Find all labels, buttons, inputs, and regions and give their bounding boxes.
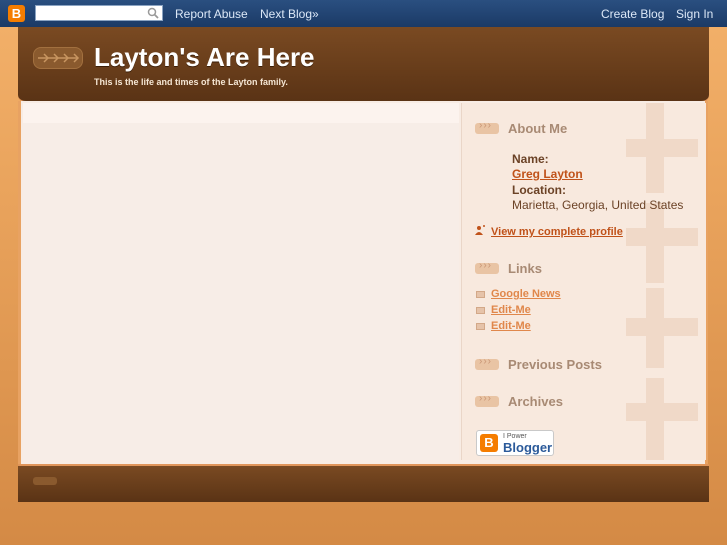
cross-decoration — [626, 228, 698, 246]
name-label: Name: — [512, 152, 549, 166]
list-bullet-icon — [476, 291, 485, 298]
blog-header: Layton's Are Here This is the life and t… — [18, 27, 709, 103]
list-bullet-icon — [476, 307, 485, 314]
arrow-decoration-icon — [33, 47, 83, 69]
report-abuse-link[interactable]: Report Abuse — [175, 7, 248, 21]
blogger-logo-icon: B — [480, 434, 498, 452]
cross-decoration — [626, 139, 698, 157]
location-label: Location: — [512, 183, 566, 197]
arrow-bullet-icon — [475, 120, 499, 134]
content-area: About Me Name: Greg Layton Location: Mar… — [18, 101, 708, 464]
badge-big-text: Blogger — [503, 440, 553, 455]
powered-by-blogger-badge[interactable]: B I Power Blogger — [476, 430, 554, 456]
cross-decoration — [626, 318, 698, 336]
link-edit-me[interactable]: Edit-Me — [491, 304, 531, 316]
arrow-bullet-icon — [475, 356, 499, 370]
profile-name-link[interactable]: Greg Layton — [512, 167, 583, 181]
main-column-top-strip — [23, 103, 459, 123]
list-bullet-icon — [476, 323, 485, 330]
view-profile-link[interactable]: View my complete profile — [491, 226, 623, 238]
about-me-heading: About Me — [508, 121, 568, 136]
location-value: Marietta, Georgia, United States — [512, 198, 684, 212]
create-blog-link[interactable]: Create Blog — [601, 7, 664, 21]
arrow-bullet-icon — [475, 260, 499, 274]
link-edit-me[interactable]: Edit-Me — [491, 320, 531, 332]
cross-decoration — [626, 403, 698, 421]
blog-title[interactable]: Layton's Are Here — [94, 42, 315, 73]
links-heading: Links — [508, 261, 542, 276]
profile-icon — [475, 225, 485, 235]
blog-description: This is the life and times of the Layton… — [94, 77, 288, 87]
blog-footer — [18, 464, 709, 502]
main-column — [23, 103, 459, 460]
previous-posts-heading: Previous Posts — [508, 357, 602, 372]
search-icon[interactable] — [147, 7, 159, 19]
badge-small-text: I Power — [503, 433, 527, 440]
arrow-bullet-icon — [475, 393, 499, 407]
blogger-logo-icon[interactable]: B — [8, 5, 25, 22]
sign-in-link[interactable]: Sign In — [676, 7, 713, 21]
arrow-decoration-icon — [33, 477, 57, 485]
blogger-navbar: B Report Abuse Next Blog» Create Blog Si… — [0, 0, 727, 27]
next-blog-link[interactable]: Next Blog» — [260, 7, 319, 21]
link-google-news[interactable]: Google News — [491, 288, 561, 300]
sidebar: About Me Name: Greg Layton Location: Mar… — [461, 103, 706, 460]
search-input[interactable] — [35, 5, 163, 21]
archives-heading: Archives — [508, 394, 563, 409]
